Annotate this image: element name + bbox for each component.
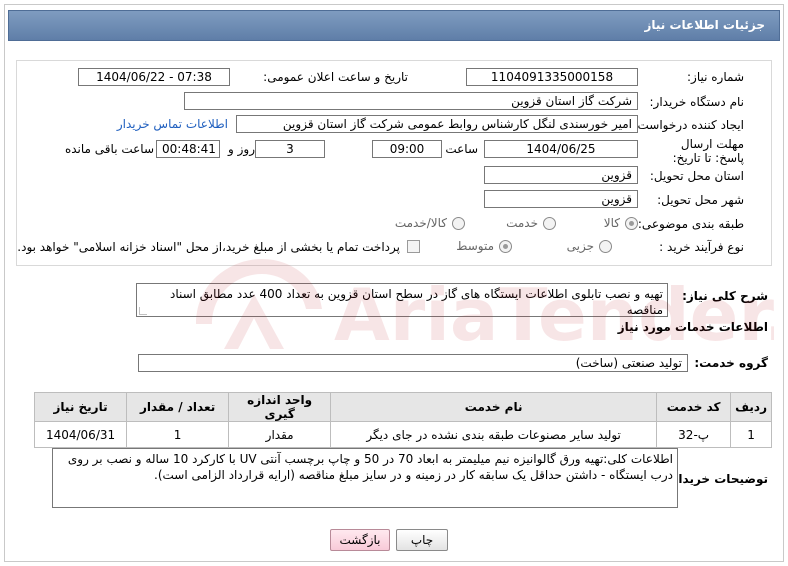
buyer-notes-textarea[interactable]: اطلاعات کلی:تهیه ورق گالوانیزه نیم میلیم…	[52, 448, 678, 508]
need-info-panel	[16, 60, 772, 266]
announce-field[interactable]: 1404/06/22 - 07:38	[78, 68, 230, 86]
summary-text: تهیه و نصب تابلوی اطلاعات ایستگاه های گا…	[169, 287, 663, 317]
deadline-time-field[interactable]: 09:00	[372, 140, 442, 158]
page-title: جزئیات اطلاعات نیاز	[644, 18, 765, 32]
buyer-contact-link[interactable]: اطلاعات تماس خریدار	[117, 117, 228, 131]
category-label: طبقه بندی موضوعی:	[637, 217, 744, 231]
cell-need-date: 1404/06/31	[33, 421, 128, 448]
cell-unit: مقدار	[228, 421, 332, 448]
category-option-goods: کالا	[603, 216, 620, 230]
time-label: ساعت	[445, 142, 478, 156]
announce-label: تاریخ و ساعت اعلان عمومی:	[263, 70, 408, 84]
category-radio-service[interactable]	[543, 217, 556, 230]
col-header-row-number: ردیف	[730, 392, 772, 422]
days-label: روز و	[228, 142, 255, 156]
buyer-notes-label: توضیحات خریدار:	[666, 472, 768, 486]
remaining-label: ساعت باقی مانده	[64, 142, 154, 156]
table-row[interactable]: 1 پ-32 تولید سایر مصنوعات طبقه بندی نشده…	[33, 421, 772, 448]
process-radio-medium[interactable]	[499, 240, 512, 253]
category-radio-goods-service[interactable]	[452, 217, 465, 230]
delivery-province-field[interactable]: قزوین	[484, 166, 638, 184]
deadline-label: مهلت ارسال پاسخ: تا تاریخ:	[672, 137, 744, 165]
cell-row-number: 1	[730, 421, 772, 448]
resize-grip-icon	[139, 307, 147, 315]
category-radio-goods[interactable]	[625, 217, 638, 230]
remaining-time-field[interactable]: 00:48:41	[156, 140, 220, 158]
summary-textarea[interactable]: تهیه و نصب تابلوی اطلاعات ایستگاه های گا…	[136, 283, 668, 317]
delivery-province-label: استان محل تحویل:	[649, 169, 744, 183]
category-option-service: خدمت	[506, 216, 538, 230]
buyer-org-field[interactable]: شرکت گاز استان قزوین	[184, 92, 638, 110]
delivery-city-label: شهر محل تحویل:	[657, 193, 744, 207]
requester-label: ایجاد کننده درخواست:	[633, 118, 744, 132]
payment-note: پرداخت تمام یا بخشی از مبلغ خرید،از محل …	[17, 240, 400, 254]
requester-field[interactable]: امیر خورسندی لنگل کارشناس روابط عمومی شر…	[236, 115, 638, 133]
process-option-minor: جزیی	[566, 239, 594, 253]
services-section-title: اطلاعات خدمات مورد نیاز	[617, 320, 768, 334]
cell-service-code: پ-32	[656, 421, 732, 448]
need-number-label: شماره نیاز:	[687, 70, 744, 84]
days-field[interactable]: 3	[255, 140, 325, 158]
table-header-row: ردیف کد خدمت نام خدمت واحد اندازه گیری ت…	[33, 392, 772, 422]
service-group-label: گروه خدمت:	[694, 356, 768, 370]
process-radio-minor[interactable]	[599, 240, 612, 253]
cell-quantity: 1	[126, 421, 230, 448]
process-label: نوع فرآیند خرید :	[659, 240, 744, 254]
col-header-quantity: تعداد / مقدار	[126, 392, 230, 422]
category-option-goods-service: کالا/خدمت	[394, 216, 447, 230]
col-header-unit: واحد اندازه گیری	[228, 392, 332, 422]
col-header-service-name: نام خدمت	[330, 392, 658, 422]
buyer-org-label: نام دستگاه خریدار:	[649, 95, 745, 109]
service-group-field[interactable]: تولید صنعتی (ساخت)	[138, 354, 688, 372]
deadline-date-field[interactable]: 1404/06/25	[484, 140, 638, 158]
col-header-need-date: تاریخ نیاز	[33, 392, 128, 422]
title-bar: جزئیات اطلاعات نیاز	[8, 10, 780, 41]
summary-label: شرح کلی نیاز:	[682, 289, 768, 303]
buyer-notes-text: اطلاعات کلی:تهیه ورق گالوانیزه نیم میلیم…	[67, 452, 673, 482]
need-number-field[interactable]: 1104091335000158	[466, 68, 638, 86]
delivery-city-field[interactable]: قزوین	[484, 190, 638, 208]
cell-service-name: تولید سایر مصنوعات طبقه بندی نشده در جای…	[330, 421, 658, 448]
back-button[interactable]: بازگشت	[330, 529, 390, 551]
print-button[interactable]: چاپ	[396, 529, 448, 551]
payment-checkbox[interactable]	[407, 240, 420, 253]
services-table: ردیف کد خدمت نام خدمت واحد اندازه گیری ت…	[33, 392, 772, 448]
process-option-medium: متوسط	[456, 239, 494, 253]
col-header-service-code: کد خدمت	[656, 392, 732, 422]
